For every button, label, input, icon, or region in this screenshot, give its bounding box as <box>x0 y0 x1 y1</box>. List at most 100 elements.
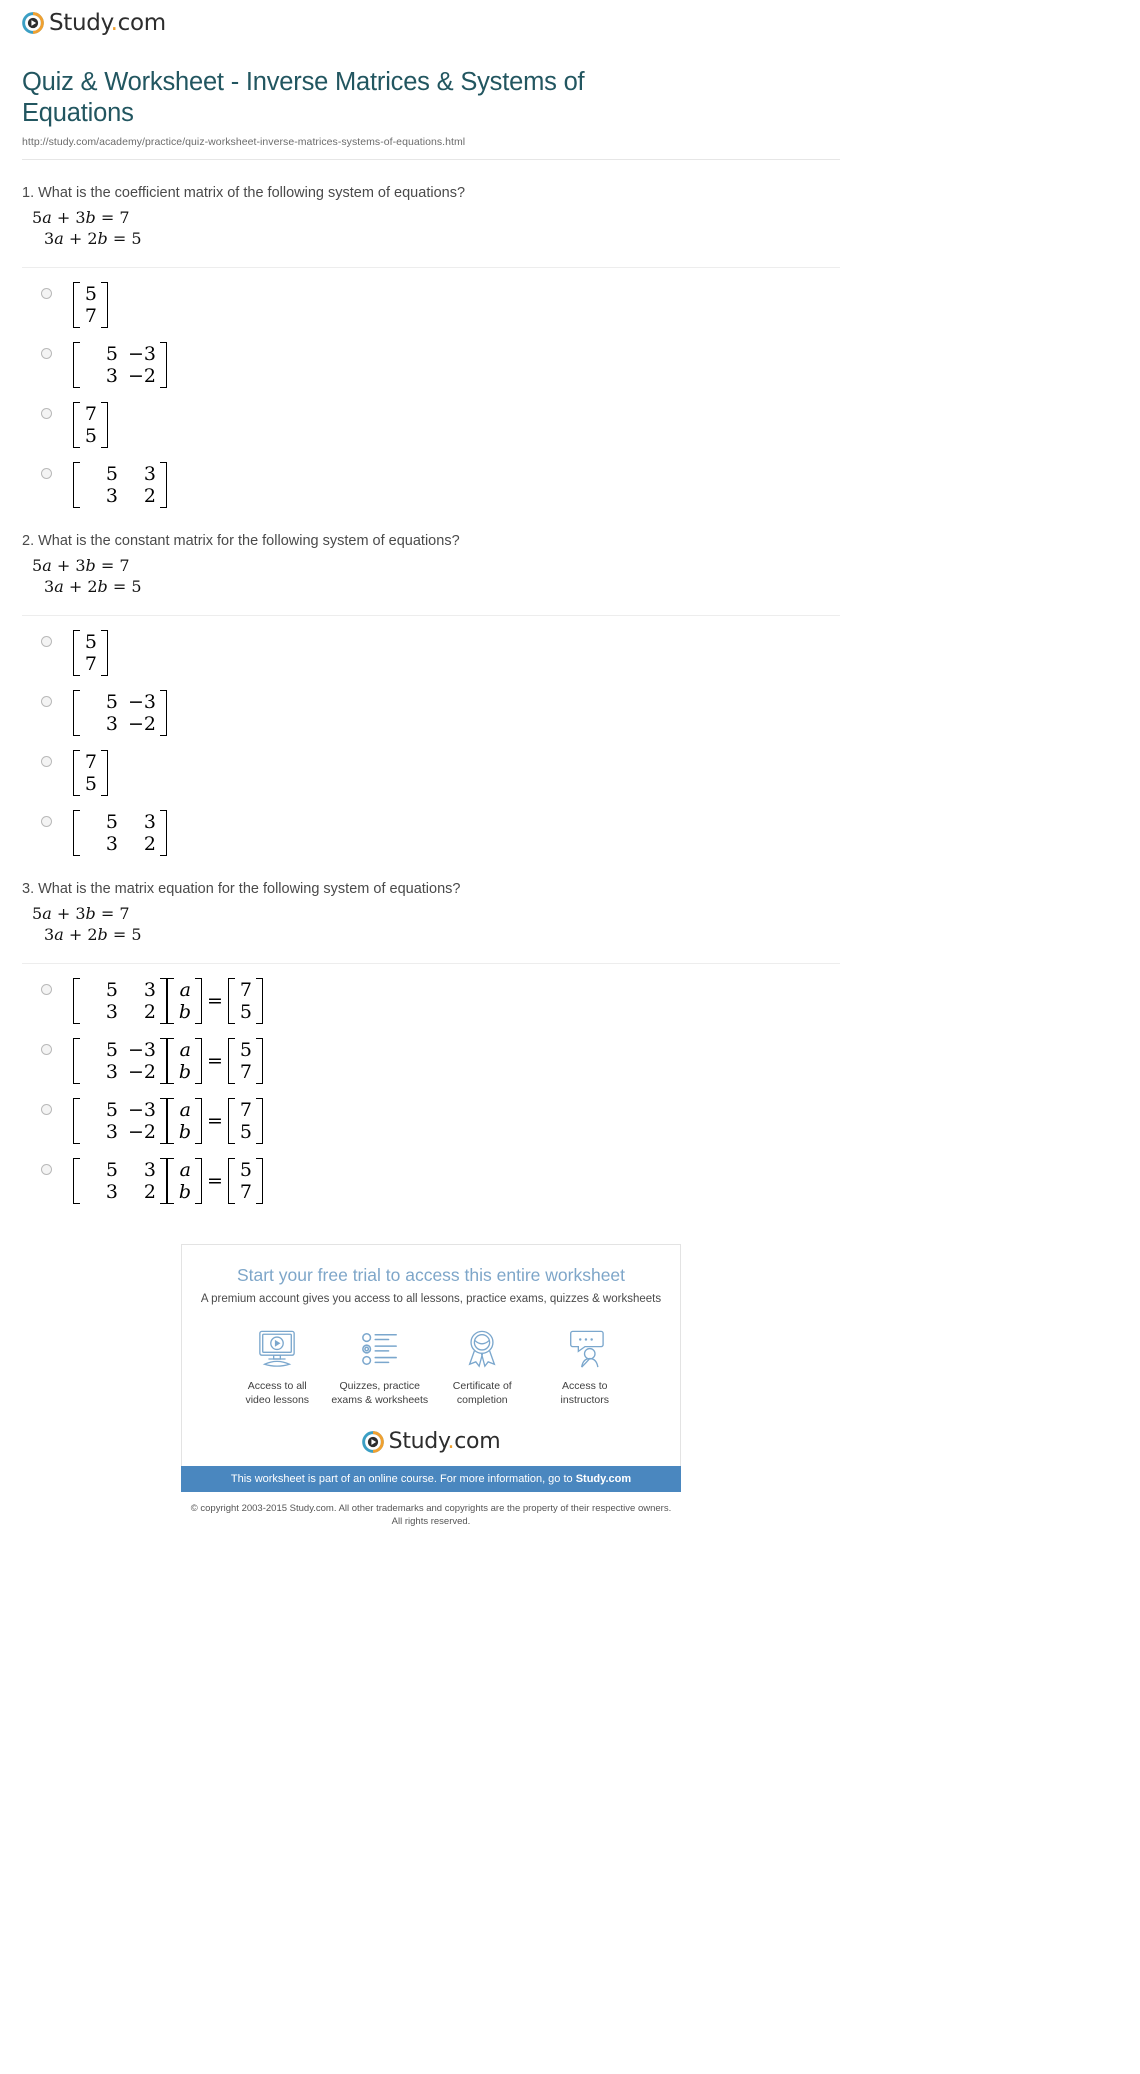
matrix-cell: a <box>179 979 191 1001</box>
question-prompt: 3. What is the matrix equation for the f… <box>22 881 461 897</box>
matrix-bracket-left <box>73 1158 80 1204</box>
matrix-bracket-left <box>73 462 80 508</box>
answer-radio-button[interactable] <box>41 408 52 419</box>
equation-line: 3a + 2b = 5 <box>44 577 142 596</box>
answer-radio-button[interactable] <box>41 696 52 707</box>
matrix-cell: 5 <box>239 1001 252 1023</box>
matrix-row: 5 <box>237 1121 254 1143</box>
answer-radio-button[interactable] <box>41 348 52 359</box>
matrix-bracket-left <box>73 690 80 736</box>
coefficient-matrix: 5332 <box>73 1158 167 1204</box>
answer-content: 5 −3 3 −2 <box>73 690 167 736</box>
question-prompt: 2. What is the constant matrix for the f… <box>22 533 460 549</box>
answer-content: 75 <box>73 750 108 796</box>
answer-matrix: 57 <box>73 630 108 676</box>
promo-logo-wordmark: Study.com <box>388 1429 501 1454</box>
question-block: 3. What is the matrix equation for the f… <box>0 856 862 1204</box>
promo-card: Start your free trial to access this ent… <box>181 1244 681 1466</box>
answer-radio-button[interactable] <box>41 1104 52 1115</box>
answer-option[interactable]: 75 <box>22 736 840 796</box>
checklist-icon <box>329 1327 432 1371</box>
matrix-bracket-left <box>73 1098 80 1144</box>
question-block: 2. What is the constant matrix for the f… <box>0 508 862 856</box>
answer-option[interactable]: 5332 <box>22 796 840 856</box>
matrix-cell: 3 <box>105 833 118 855</box>
answer-option[interactable]: 5332 <box>22 448 840 508</box>
answer-option[interactable]: 5 −3 3 −2 <box>22 328 840 388</box>
promo-feature: Quizzes, practice exams & worksheets <box>329 1327 432 1407</box>
promo-feature: Certificate of completion <box>431 1327 534 1407</box>
equals-sign: = <box>207 990 223 1012</box>
study-com-logo[interactable]: Study.com <box>22 10 166 36</box>
answer-option[interactable]: 57 <box>22 268 840 328</box>
constant-matrix: 57 <box>227 1038 263 1084</box>
promo-bar-text: This worksheet is part of an online cour… <box>230 1473 576 1485</box>
matrix-cell: a <box>179 1039 191 1061</box>
answer-content: 5332 <box>73 462 167 508</box>
promo-study-com-logo[interactable]: Study.com <box>198 1429 664 1454</box>
answer-option[interactable]: 5 −3 3 −2 a b = 7 5 <box>22 1084 840 1144</box>
matrix-cell: −3 <box>127 343 156 365</box>
matrix-row: 7 <box>82 403 99 425</box>
promo-feature-label: Quizzes, practice exams & worksheets <box>329 1379 432 1407</box>
matrix-cell: 3 <box>143 1159 156 1181</box>
answer-option[interactable]: 5 3 3 2 a b = 5 7 <box>22 1144 840 1204</box>
matrix-row: b <box>176 1001 193 1023</box>
answer-content: 57 <box>73 630 108 676</box>
answer-radio-button[interactable] <box>41 984 52 995</box>
matrix-row: 32 <box>82 1181 158 1203</box>
matrix-row: 3 −2 <box>82 1061 158 1083</box>
promo-bar-link[interactable]: Study.com <box>576 1473 631 1485</box>
answer-option[interactable]: 75 <box>22 388 840 448</box>
matrix-bracket-right <box>101 402 108 448</box>
matrix-cell: −3 <box>127 691 156 713</box>
matrix-bracket-left <box>227 1038 235 1084</box>
answer-radio-button[interactable] <box>41 816 52 827</box>
answer-radio-button[interactable] <box>41 756 52 767</box>
promo-feature-label-line-1: Access to <box>561 1380 608 1392</box>
answer-radio-button[interactable] <box>41 1044 52 1055</box>
matrix-cell: b <box>178 1121 191 1143</box>
equals-sign: = <box>207 1050 223 1072</box>
matrix-bracket-right <box>255 1098 263 1144</box>
answer-option[interactable]: 5 −3 3 −2 <box>22 676 840 736</box>
matrix-row: 7 <box>237 979 254 1001</box>
matrix-bracket-right <box>160 690 167 736</box>
answer-content: 75 <box>73 402 108 448</box>
answer-radio-button[interactable] <box>41 1164 52 1175</box>
matrix-cell: 3 <box>105 485 118 507</box>
matrix-body: 57 <box>80 630 101 676</box>
promo-feature-label-line-2: completion <box>456 1394 508 1406</box>
answer-content: 57 <box>73 282 108 328</box>
copyright-line-2: All rights reserved. <box>391 1516 471 1527</box>
answer-option[interactable]: 5 3 3 2 a b = 7 5 <box>22 964 840 1024</box>
matrix-bracket-right <box>195 1038 202 1084</box>
matrix-body: 57 <box>80 282 101 328</box>
matrix-bracket-left <box>227 978 235 1024</box>
matrix-bracket-right <box>195 978 202 1024</box>
matrix-bracket-right <box>255 1158 263 1204</box>
matrix-row: b <box>176 1181 193 1203</box>
answer-radio-button[interactable] <box>41 288 52 299</box>
answer-radio-button[interactable] <box>41 636 52 647</box>
promo-course-bar[interactable]: This worksheet is part of an online cour… <box>181 1466 681 1492</box>
copyright-line-1: © copyright 2003-2015 Study.com. All oth… <box>190 1503 672 1514</box>
matrix-bracket-left <box>73 978 80 1024</box>
matrix-cell: 3 <box>143 463 156 485</box>
matrix-row: 53 <box>82 811 158 833</box>
answer-matrix: 5332 <box>73 810 167 856</box>
answer-radio-button[interactable] <box>41 468 52 479</box>
matrix-row: 53 <box>82 1159 158 1181</box>
answer-matrix: 5 −3 3 −2 <box>73 342 167 388</box>
matrix-cell: 7 <box>84 403 97 425</box>
matrix-bracket-left <box>227 1158 235 1204</box>
matrix-row: 5 <box>82 283 99 305</box>
matrix-cell: a <box>179 1099 191 1121</box>
answer-option[interactable]: 5 −3 3 −2 a b = 5 7 <box>22 1024 840 1084</box>
matrix-row: 5 −3 <box>82 691 158 713</box>
matrix-row: 5 −3 <box>82 1039 158 1061</box>
answer-option[interactable]: 57 <box>22 616 840 676</box>
matrix-row: b <box>176 1061 193 1083</box>
matrix-body: ab <box>174 1038 195 1084</box>
matrix-bracket-left <box>73 1038 80 1084</box>
